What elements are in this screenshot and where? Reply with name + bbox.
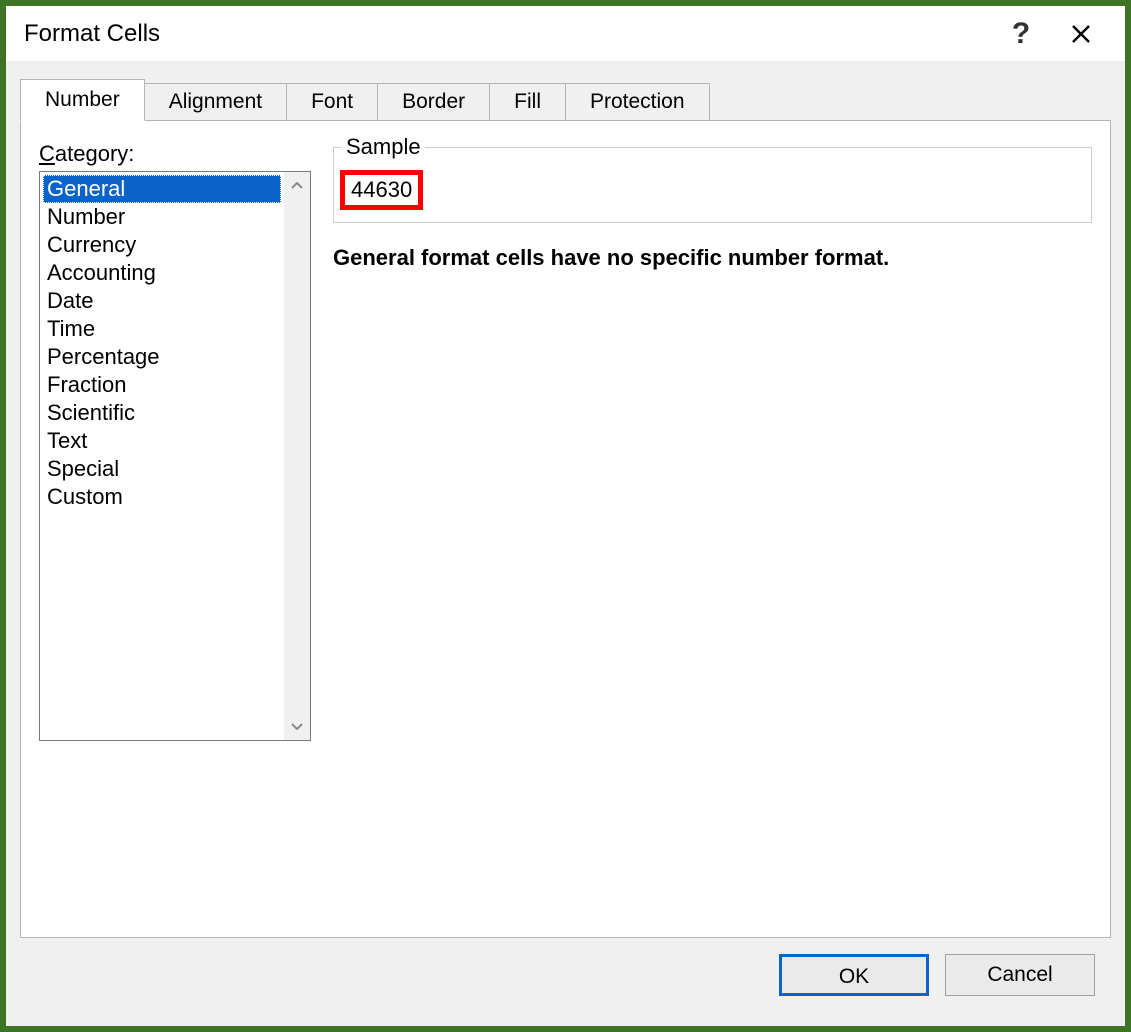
category-item-fraction[interactable]: Fraction xyxy=(43,371,281,399)
tab-protection[interactable]: Protection xyxy=(565,83,710,121)
category-listbox[interactable]: General Number Currency Accounting Date … xyxy=(39,171,311,741)
category-item-general[interactable]: General xyxy=(43,175,281,203)
tab-panel-number: Category: General Number Currency Accoun… xyxy=(20,120,1111,938)
tabs-bar: Number Alignment Font Border Fill Protec… xyxy=(20,79,1111,121)
format-description: General format cells have no specific nu… xyxy=(333,245,1092,271)
sample-value: 44630 xyxy=(351,177,412,202)
sample-legend: Sample xyxy=(342,134,425,160)
titlebar: Format Cells ? xyxy=(6,6,1125,61)
tab-fill[interactable]: Fill xyxy=(489,83,566,121)
category-item-text[interactable]: Text xyxy=(43,427,281,455)
content-row: Category: General Number Currency Accoun… xyxy=(39,141,1092,919)
category-label: Category: xyxy=(39,141,311,167)
format-options-column: Sample 44630 General format cells have n… xyxy=(333,141,1092,271)
tab-number[interactable]: Number xyxy=(20,79,145,121)
chevron-up-icon xyxy=(291,180,303,192)
chevron-down-icon xyxy=(291,720,303,732)
help-icon: ? xyxy=(1012,17,1030,51)
dialog-body: Number Alignment Font Border Fill Protec… xyxy=(6,61,1125,1026)
scroll-down-button[interactable] xyxy=(284,712,310,740)
category-label-rest: ategory: xyxy=(55,141,135,166)
scroll-track[interactable] xyxy=(284,200,310,712)
sample-value-highlight: 44630 xyxy=(340,170,423,210)
category-item-accounting[interactable]: Accounting xyxy=(43,259,281,287)
close-button[interactable] xyxy=(1051,6,1111,61)
category-item-time[interactable]: Time xyxy=(43,315,281,343)
tab-font[interactable]: Font xyxy=(286,83,378,121)
category-item-special[interactable]: Special xyxy=(43,455,281,483)
close-icon xyxy=(1071,24,1091,44)
tab-border[interactable]: Border xyxy=(377,83,490,121)
category-scrollbar[interactable] xyxy=(284,172,310,740)
tab-alignment[interactable]: Alignment xyxy=(144,83,287,121)
help-button[interactable]: ? xyxy=(991,6,1051,61)
category-item-date[interactable]: Date xyxy=(43,287,281,315)
sample-fieldset: Sample 44630 xyxy=(333,147,1092,223)
category-item-number[interactable]: Number xyxy=(43,203,281,231)
category-column: Category: General Number Currency Accoun… xyxy=(39,141,311,741)
category-item-currency[interactable]: Currency xyxy=(43,231,281,259)
dialog-title: Format Cells xyxy=(24,20,991,48)
dialog-window: Format Cells ? Number Alignment Font Bor… xyxy=(0,0,1131,1032)
category-item-custom[interactable]: Custom xyxy=(43,483,281,511)
category-list: General Number Currency Accounting Date … xyxy=(40,172,284,740)
category-label-accel: C xyxy=(39,141,55,166)
cancel-button[interactable]: Cancel xyxy=(945,954,1095,996)
scroll-up-button[interactable] xyxy=(284,172,310,200)
category-item-scientific[interactable]: Scientific xyxy=(43,399,281,427)
category-item-percentage[interactable]: Percentage xyxy=(43,343,281,371)
ok-button[interactable]: OK xyxy=(779,954,929,996)
dialog-button-bar: OK Cancel xyxy=(20,938,1111,1012)
